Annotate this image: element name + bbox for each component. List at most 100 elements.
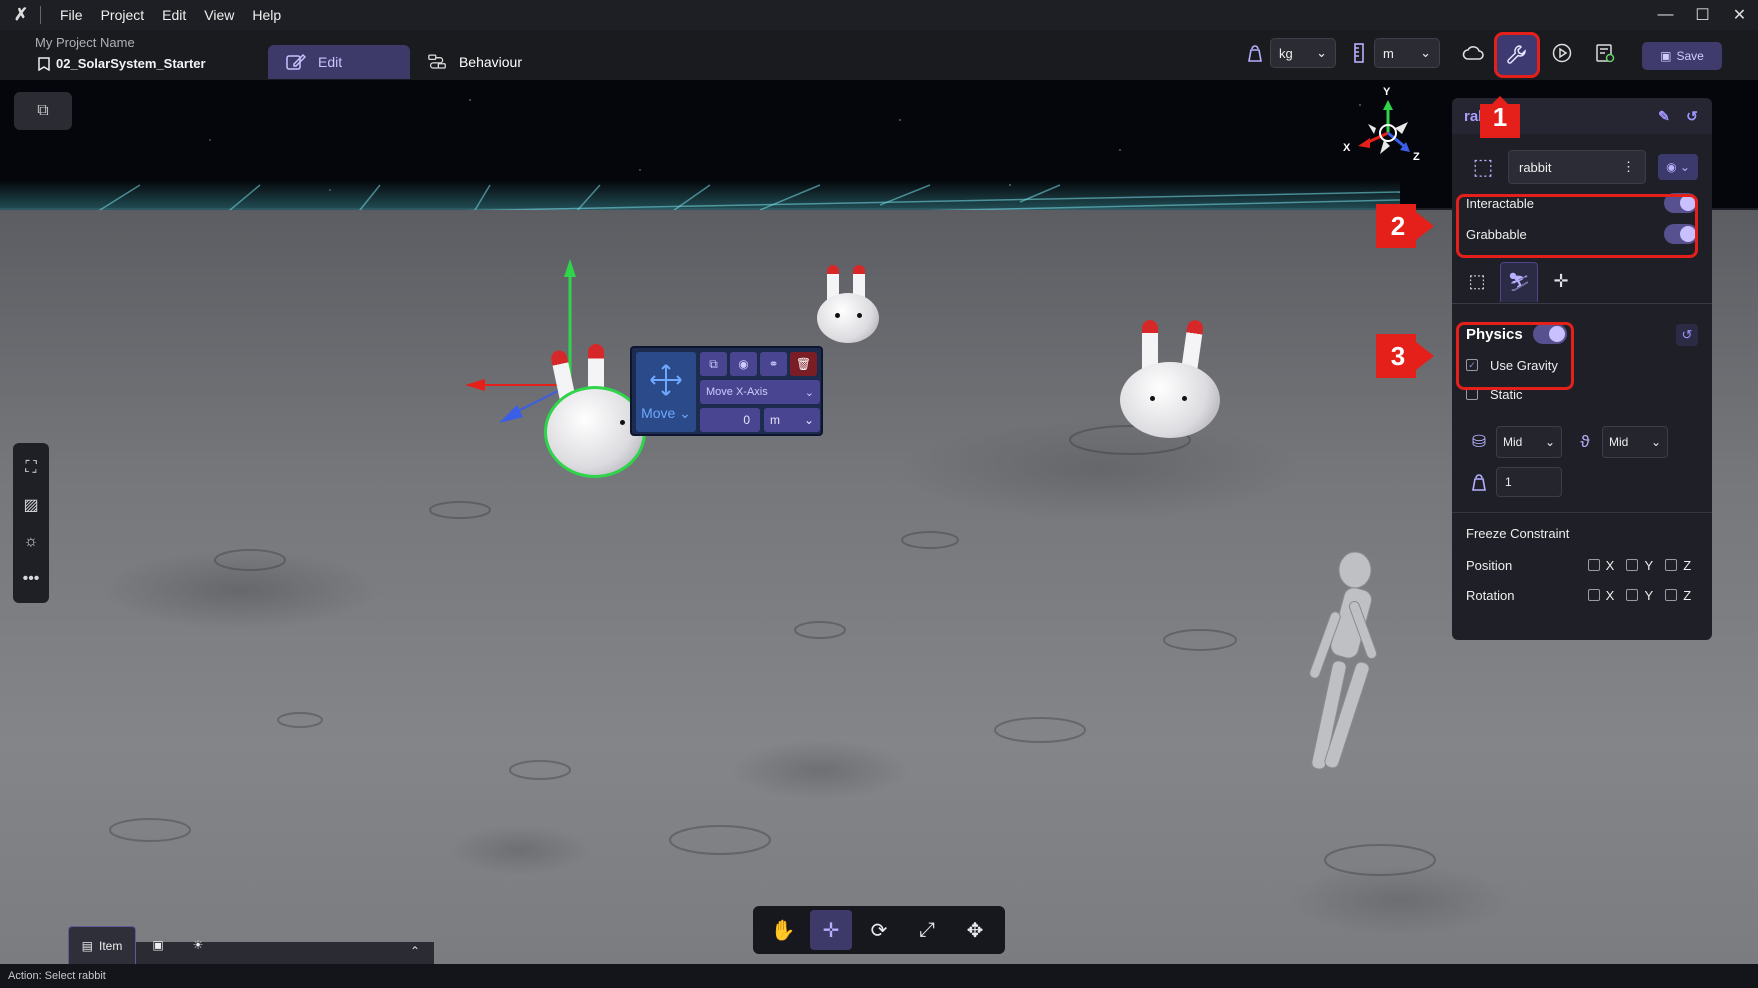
visibility-dropdown[interactable]: ◉ ⌄ [1658, 154, 1698, 180]
rabbit-3[interactable] [1120, 319, 1220, 450]
visibility-eye-icon[interactable]: ◉ [730, 352, 757, 376]
menu-file[interactable]: File [51, 7, 92, 23]
menu-project[interactable]: Project [92, 7, 154, 23]
menu-edit[interactable]: Edit [153, 7, 195, 23]
mass-weight-icon [1466, 469, 1492, 495]
scene-name[interactable]: 02_SolarSystem_Starter [38, 56, 206, 71]
checkbox[interactable] [1665, 559, 1678, 571]
menu-help[interactable]: Help [243, 7, 290, 23]
maximize-button[interactable]: ☐ [1684, 0, 1721, 30]
friction-icon: ϑ [1580, 432, 1590, 451]
move-unit-select[interactable]: m ⌄ [764, 408, 820, 432]
axis-z-label: Z [1413, 151, 1420, 163]
panel-tabs: ⬚ ⛷ ✛ [1452, 260, 1712, 304]
link-icon[interactable]: ⚭ [760, 352, 787, 376]
save-label: Save [1676, 49, 1704, 63]
checkbox[interactable] [1665, 589, 1678, 601]
axis-orientation-icon [1358, 100, 1410, 154]
pencil-edit-icon[interactable]: ✎ [1654, 106, 1674, 126]
length-unit-select[interactable]: m ⌄ [1374, 38, 1440, 68]
view-toggle-button[interactable]: ⧉ [14, 92, 72, 130]
window-controls: — ☐ ✕ [1647, 0, 1758, 30]
mass-row: 1 [1466, 466, 1698, 498]
tab-item[interactable]: ▤ Item [68, 926, 136, 964]
tab-behaviour[interactable]: Behaviour [410, 45, 540, 79]
freeze-rotation-y[interactable]: Y [1626, 588, 1659, 603]
annotation-marker-2: 2 [1376, 204, 1434, 248]
freeze-position-x[interactable]: X [1587, 558, 1621, 573]
publish-icon[interactable] [1590, 38, 1620, 68]
status-text: Action: Select rabbit [8, 970, 106, 982]
freeze-position-y[interactable]: Y [1626, 558, 1659, 573]
checkbox[interactable] [1626, 589, 1639, 601]
save-button[interactable]: ▣ Save [1642, 42, 1722, 70]
wrench-tools-button[interactable] [1494, 32, 1540, 78]
checkbox[interactable] [1587, 559, 1600, 571]
friction-select[interactable]: Mid ⌄ [1602, 426, 1668, 458]
eye-icon: ◉ ⌄ [1666, 160, 1690, 174]
annotation-marker-3: 3 [1376, 334, 1434, 378]
cube-icon: ⬚ [1472, 154, 1494, 179]
tab-transform-icon[interactable]: ✛ [1542, 262, 1580, 302]
hand-pan-icon[interactable]: ✋ [762, 910, 804, 950]
image-icon[interactable]: ▨ [18, 492, 44, 518]
frame-select-icon[interactable]: ⛶ [18, 455, 44, 481]
kebab-menu-icon[interactable]: ⋮ [1622, 159, 1635, 175]
more-options-icon[interactable]: ••• [18, 566, 44, 592]
mass-weight-icon [1240, 38, 1270, 68]
menu-view[interactable]: View [195, 7, 243, 23]
physics-reset-icon[interactable]: ↺ [1676, 324, 1698, 346]
tab-physics-icon[interactable]: ⛷ [1500, 261, 1538, 302]
collision-select-value: Mid [1503, 435, 1523, 449]
physics-quality-row: ⛁ Mid ⌄ ϑ Mid ⌄ [1466, 426, 1698, 458]
rabbit-2[interactable] [815, 265, 881, 355]
collision-select[interactable]: Mid ⌄ [1496, 426, 1562, 458]
object-name-row: ⬚ rabbit ⋮ ◉ ⌄ [1466, 150, 1700, 184]
reset-icon[interactable]: ↺ [1682, 106, 1702, 126]
chevron-up-icon[interactable]: ⌃ [410, 944, 420, 958]
freeze-rotation-z[interactable]: Z [1665, 588, 1698, 603]
freeze-position-row: Position X Y Z [1466, 554, 1698, 576]
title-separator [40, 6, 41, 24]
rabbit-eye [857, 313, 862, 318]
rabbit-eye [1182, 396, 1187, 401]
cloud-sync-icon[interactable] [1458, 38, 1488, 68]
chevron-down-icon: ⌄ [803, 413, 814, 427]
freeze-constraint-title: Freeze Constraint [1466, 526, 1570, 541]
tab-assets[interactable]: ▣ [140, 926, 176, 964]
move-tool-icon[interactable]: ✛ [810, 910, 852, 950]
duplicate-icon[interactable]: ⧉ [700, 352, 727, 376]
move-value-input[interactable]: 0 [700, 408, 760, 432]
collision-icon: ⛁ [1471, 432, 1487, 451]
light-sun-icon[interactable]: ☼ [18, 529, 44, 555]
rotate-tool-icon[interactable]: ⟳ [858, 910, 900, 950]
checkbox[interactable] [1626, 559, 1639, 571]
minimize-button[interactable]: — [1647, 0, 1684, 30]
humanoid-figure[interactable] [1260, 550, 1380, 870]
checkbox[interactable] [1587, 589, 1600, 601]
freeze-position-z[interactable]: Z [1665, 558, 1698, 573]
project-name: My Project Name [35, 35, 135, 50]
move-axis-select[interactable]: Move X-Axis ⌄ [700, 380, 820, 404]
wrench-icon [1507, 45, 1526, 64]
highlight-box-toggles [1456, 194, 1698, 258]
title-bar: ✗ File Project Edit View Help — ☐ ✕ [0, 0, 1758, 30]
tab-edit[interactable]: Edit [268, 45, 410, 79]
freeze-rotation-row: Rotation X Y Z [1466, 584, 1698, 606]
delete-trash-icon[interactable]: 🗑 [790, 352, 817, 376]
orientation-gizmo[interactable]: Y X Z [1340, 86, 1430, 178]
close-button[interactable]: ✕ [1721, 0, 1758, 30]
scale-tool-icon[interactable]: ⤢ [906, 910, 948, 950]
object-name-input[interactable]: rabbit ⋮ [1508, 150, 1646, 184]
tab-object-cube-icon[interactable]: ⬚ [1458, 262, 1496, 302]
play-icon[interactable] [1547, 38, 1577, 68]
move-mode-button[interactable]: Move ⌄ [636, 352, 696, 432]
transform-all-icon[interactable]: ✥ [954, 910, 996, 950]
friction-select-value: Mid [1609, 435, 1629, 449]
mass-unit-select[interactable]: kg ⌄ [1270, 38, 1336, 68]
mass-input[interactable]: 1 [1496, 467, 1562, 497]
tab-environment[interactable]: ☀ [178, 926, 218, 964]
tab-item-label: Item [99, 938, 123, 953]
freeze-rotation-x[interactable]: X [1587, 588, 1621, 603]
unit-controls: kg ⌄ m ⌄ [1240, 38, 1440, 68]
